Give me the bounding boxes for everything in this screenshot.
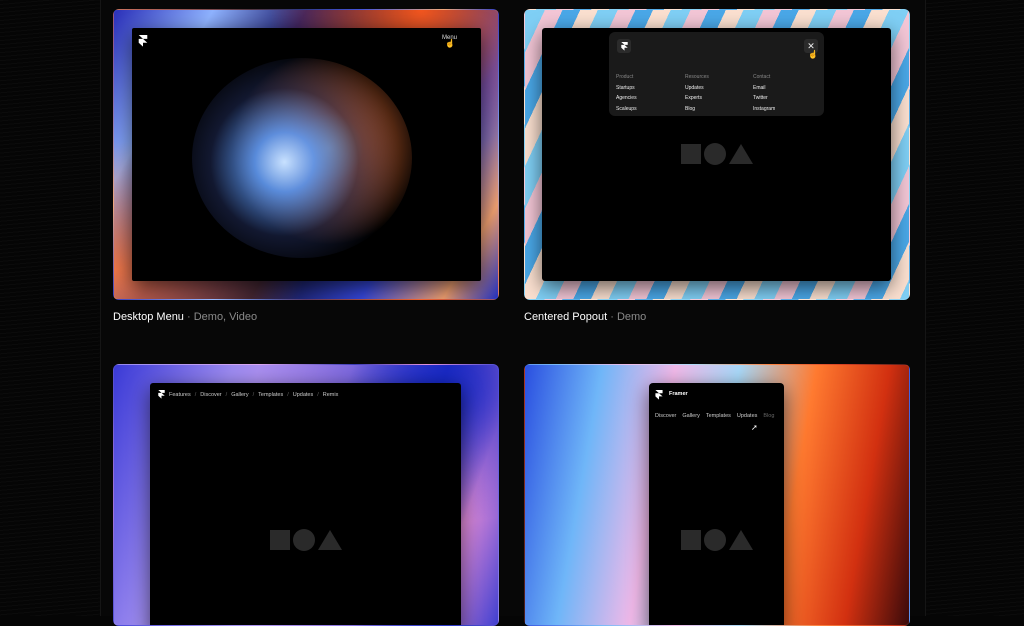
nav-separator: /	[225, 391, 228, 398]
nav-item[interactable]: Discover	[200, 392, 221, 398]
breadcrumb-nav-preview-card[interactable]: Features / Discover / Gallery / Template…	[113, 364, 499, 626]
preview-screen: ✕ ☝ Product Startups Agencies Scaleups R…	[542, 28, 891, 281]
framer-logo-icon	[138, 35, 148, 47]
framer-logo-icon	[655, 390, 663, 400]
cursor-icon: ☝	[808, 50, 818, 59]
menu-item[interactable]: Blog	[685, 104, 709, 115]
menu-item[interactable]: Instagram	[753, 104, 775, 115]
card-meta: · Demo, Video	[187, 311, 258, 323]
nav-separator: /	[287, 391, 289, 398]
square-circle-triangle-icon	[681, 529, 753, 551]
square-circle-triangle-icon	[681, 143, 753, 165]
nav-item[interactable]: Templates	[706, 413, 731, 419]
nav-item[interactable]: Discover	[655, 413, 676, 419]
column-heading: Product	[616, 74, 634, 80]
square-circle-triangle-icon	[270, 529, 342, 551]
menu-item[interactable]: Twitter	[753, 93, 775, 104]
card-label-desktop-menu[interactable]: Desktop Menu · Demo, Video	[113, 311, 257, 323]
menu-item[interactable]: Updates	[685, 83, 709, 94]
nav-separator: /	[252, 391, 255, 398]
gradient-orb	[192, 58, 412, 258]
nav-item[interactable]: Templates	[258, 392, 283, 398]
popout-column-contact: Contact Email Twitter Instagram	[753, 72, 775, 114]
framer-logo-icon	[620, 41, 628, 51]
desktop-menu-preview-card[interactable]: Menu ☝	[113, 9, 499, 300]
preview-screen: Features / Discover / Gallery / Template…	[150, 383, 461, 625]
nav-item[interactable]: Updates	[293, 392, 314, 398]
nav-item[interactable]: Gallery	[682, 413, 699, 419]
nav-item[interactable]: Gallery	[231, 392, 248, 398]
menu-item[interactable]: Startups	[616, 83, 637, 94]
centered-popout-preview-card[interactable]: ✕ ☝ Product Startups Agencies Scaleups R…	[524, 9, 910, 300]
nav-separator: /	[317, 391, 319, 398]
menu-item[interactable]: Scaleups	[616, 104, 637, 115]
menu-item[interactable]: Agencies	[616, 93, 637, 104]
card-meta: · Demo	[610, 311, 647, 323]
nav-item[interactable]: Blog	[763, 413, 774, 419]
breadcrumb-nav: Features / Discover / Gallery / Template…	[158, 390, 338, 399]
menu-item[interactable]: Experts	[685, 93, 709, 104]
popout-column-product: Product Startups Agencies Scaleups	[616, 72, 637, 114]
nav-item[interactable]: Features	[169, 392, 191, 398]
preview-screen: Framer Discover Gallery Templates Update…	[649, 383, 784, 625]
mobile-nav-preview-card[interactable]: Framer Discover Gallery Templates Update…	[524, 364, 910, 626]
nav-separator: /	[194, 391, 197, 398]
card-label-centered-popout[interactable]: Centered Popout · Demo	[524, 311, 646, 323]
framer-logo-icon	[158, 390, 165, 399]
card-title: Desktop Menu	[113, 311, 184, 323]
brand-name[interactable]: Framer	[669, 391, 688, 397]
top-nav: Discover Gallery Templates Updates Blog	[655, 413, 774, 419]
cursor-icon: ➚	[751, 423, 758, 432]
column-heading: Resources	[685, 74, 709, 80]
preview-screen: Menu ☝	[132, 28, 481, 281]
popout-column-resources: Resources Updates Experts Blog	[685, 72, 709, 114]
popout-menu: ✕ ☝ Product Startups Agencies Scaleups R…	[609, 32, 824, 116]
menu-item[interactable]: Email	[753, 83, 775, 94]
cursor-icon: ☝	[445, 39, 455, 48]
nav-item[interactable]: Updates	[737, 413, 758, 419]
column-heading: Contact	[753, 74, 771, 80]
nav-item[interactable]: Remix	[323, 392, 339, 398]
card-title: Centered Popout	[524, 311, 608, 323]
popout-logo[interactable]	[617, 39, 631, 53]
